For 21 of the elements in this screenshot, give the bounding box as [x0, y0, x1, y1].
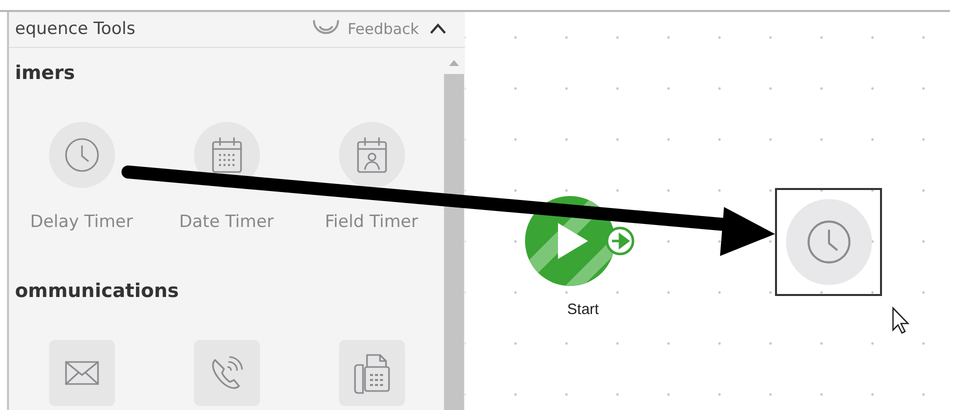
tool-tile[interactable] [48, 340, 114, 406]
section-title: imers [14, 62, 76, 84]
node-label: Start [567, 301, 599, 318]
section-title: ommunications [14, 280, 180, 302]
calendar-icon [210, 136, 244, 174]
envelope-icon [64, 360, 100, 386]
chevron-up-icon[interactable] [429, 22, 447, 34]
clock-icon [806, 219, 852, 265]
fax-icon [352, 352, 390, 394]
tool-tile[interactable] [194, 340, 260, 406]
tool-label: Date Timer [179, 212, 274, 232]
feedback-link[interactable]: Feedback [348, 20, 419, 38]
panel-title: equence Tools [15, 18, 136, 38]
calendar-person-icon [354, 136, 388, 174]
tool-label: Field Timer [324, 212, 418, 232]
clock-icon [64, 137, 100, 173]
scrollbar-thumb[interactable] [444, 74, 464, 410]
tool-label: Delay Timer [30, 212, 133, 232]
cursor-icon [892, 306, 910, 334]
tool-tile[interactable] [338, 340, 404, 406]
timer-node[interactable] [775, 188, 882, 296]
